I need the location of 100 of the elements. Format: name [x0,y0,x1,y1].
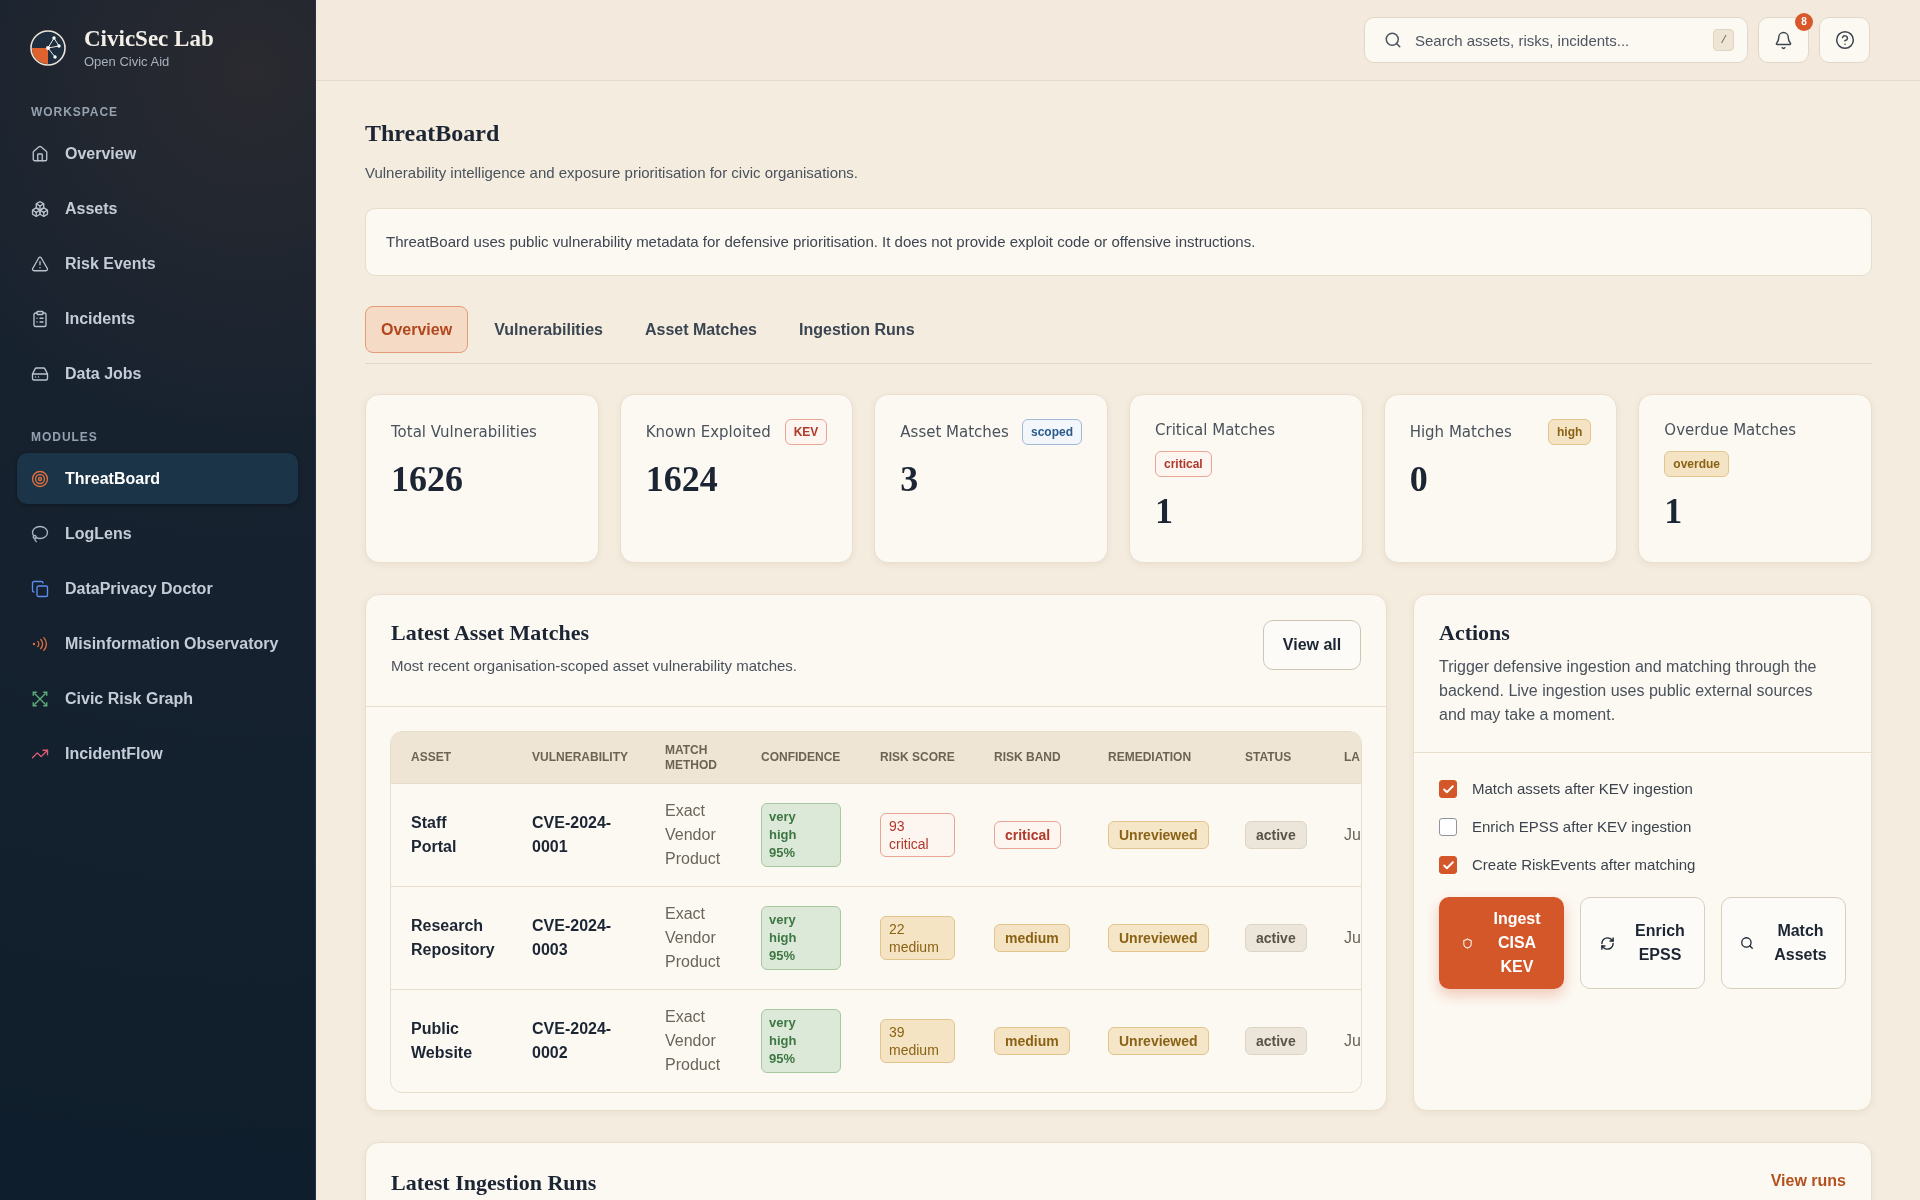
hard-drive-icon [31,364,49,383]
help-button[interactable] [1819,17,1870,63]
confidence-badge: very high 95% [761,906,841,970]
notice-banner: ThreatBoard uses public vulnerability metadata for defensive prioritisation. It does not provide exploit code or offensive instructions. [365,208,1872,276]
tab[interactable]: Vulnerabilities [478,306,619,353]
sidebar-item[interactable]: Risk Events [17,238,298,289]
stat-label: High Matches [1409,422,1512,443]
option-label: Match assets after KEV ingestion [1472,779,1693,799]
sidebar-item[interactable]: Data Jobs [17,348,298,399]
match-method: Exact Vendor Product [665,801,721,869]
clipped-text: Ju [1344,826,1361,843]
risk-score-badge: 39 medium [880,1019,955,1063]
notification-count: 8 [1795,13,1813,31]
sidebar-item[interactable]: Overview [17,128,298,179]
stat-label: Overdue Matches [1664,420,1796,441]
tab[interactable]: Asset Matches [628,306,773,353]
vulnerability-id: CVE-2024-0002 [532,1019,613,1063]
risk-band-badge: medium [994,924,1070,952]
column-header: RISK BAND [994,750,1062,765]
action-button[interactable]: Match Assets [1721,897,1846,989]
vulnerability-id: CVE-2024-0001 [532,813,613,857]
clipped-text: Ju [1344,1032,1361,1049]
stat-badge: critical [1155,451,1212,477]
status-badge: active [1245,1027,1307,1055]
column-header: STATUS [1245,750,1293,765]
brand-name: CivicSec Lab [84,25,214,53]
shortcut-key: / [1713,29,1734,51]
sidebar-item[interactable]: Civic Risk Graph [17,673,298,724]
checkmark-icon [1441,782,1455,796]
risk-score-badge: 93 critical [880,813,955,857]
stat-badge: scoped [1022,419,1082,445]
stat-badge: high [1548,419,1592,445]
view-all-button[interactable]: View all [1263,620,1361,670]
stat-value: 1 [1155,491,1174,531]
remediation-badge: Unreviewed [1108,924,1209,952]
stat-value: 1624 [645,459,719,499]
match-method: Exact Vendor Product [665,904,721,972]
clipboard-icon [31,309,49,328]
boxes-icon [31,199,49,218]
stat-value: 1 [1664,491,1684,531]
column-header: MATCH METHOD [665,742,718,773]
vulnerability-id: CVE-2024-0003 [532,916,613,960]
bell-icon [1774,30,1793,50]
checkbox[interactable] [1439,856,1457,874]
checkbox[interactable] [1439,818,1457,836]
panel-description: Trigger defensive ingestion and matching through the backend. Live ingestion uses public external sources and may take a moment. [1439,657,1818,725]
checkbox[interactable] [1439,780,1457,798]
asset-name: Research Repository [411,916,495,960]
option-label: Create RiskEvents after matching [1472,855,1696,875]
search-icon [1384,31,1402,49]
sidebar-item[interactable]: LogLens [17,508,298,559]
risk-score-badge: 22 medium [880,916,955,960]
sidebar-item[interactable]: ThreatBoard [17,453,298,504]
brand-logo [30,30,66,66]
sidebar-item[interactable]: Incidents [17,293,298,344]
sidebar-item[interactable]: IncidentFlow [17,728,298,779]
warning-icon [31,254,49,273]
action-button[interactable]: Enrich EPSS [1580,897,1705,989]
panel-subtitle: Most recent organisation-scoped asset vulnerability matches. [391,656,798,676]
panel-title: Actions [1439,619,1511,647]
stat-label: Known Exploited [645,422,771,443]
help-icon [1834,30,1855,50]
stat-badge: KEV [784,419,828,445]
shield-icon [1462,937,1474,949]
sidebar-item[interactable]: Misinformation Observatory [17,618,298,669]
page-title: ThreatBoard [365,119,501,148]
risk-band-badge: medium [994,1027,1070,1055]
tab[interactable]: Overview [365,306,469,353]
stat-value: 1626 [391,459,464,499]
panel-title: Latest Ingestion Runs [391,1169,597,1197]
stat-label: Critical Matches [1155,420,1276,441]
stat-value: 3 [900,459,920,499]
sidebar-item[interactable]: Assets [17,183,298,234]
sidebar-item[interactable]: DataPrivacy Doctor [17,563,298,614]
option-label: Enrich EPSS after KEV ingestion [1472,817,1692,837]
tab[interactable]: Ingestion Runs [783,306,931,353]
target-icon [31,469,49,488]
search-icon [1740,936,1755,950]
confidence-badge: very high 95% [761,803,841,867]
column-header: VULNERABILITY [532,750,629,765]
risk-band-badge: critical [994,821,1062,849]
stat-label: Total Vulnerabilities [391,422,537,443]
asset-name: Staff Portal [411,813,457,857]
status-badge: active [1245,821,1307,849]
action-button[interactable]: Ingest CISA KEV [1439,897,1564,989]
home-icon [31,144,49,163]
cross-nodes-icon [31,689,49,708]
copy-icon [31,579,49,598]
signal-waves-icon [31,634,49,653]
column-header: REMEDIATION [1108,750,1193,765]
section-heading: MODULES [30,429,99,445]
page-subtitle: Vulnerability intelligence and exposure prioritisation for civic organisations. [365,163,860,183]
asset-name: Public Website [411,1019,473,1063]
lasso-icon [31,524,49,543]
remediation-badge: Unreviewed [1108,1027,1209,1055]
confidence-badge: very high 95% [761,1009,841,1073]
match-method: Exact Vendor Product [665,1007,721,1075]
stat-badge: overdue [1664,451,1729,477]
stat-label: Asset Matches [900,422,1009,443]
view-runs-link[interactable]: View runs [1770,1169,1846,1193]
